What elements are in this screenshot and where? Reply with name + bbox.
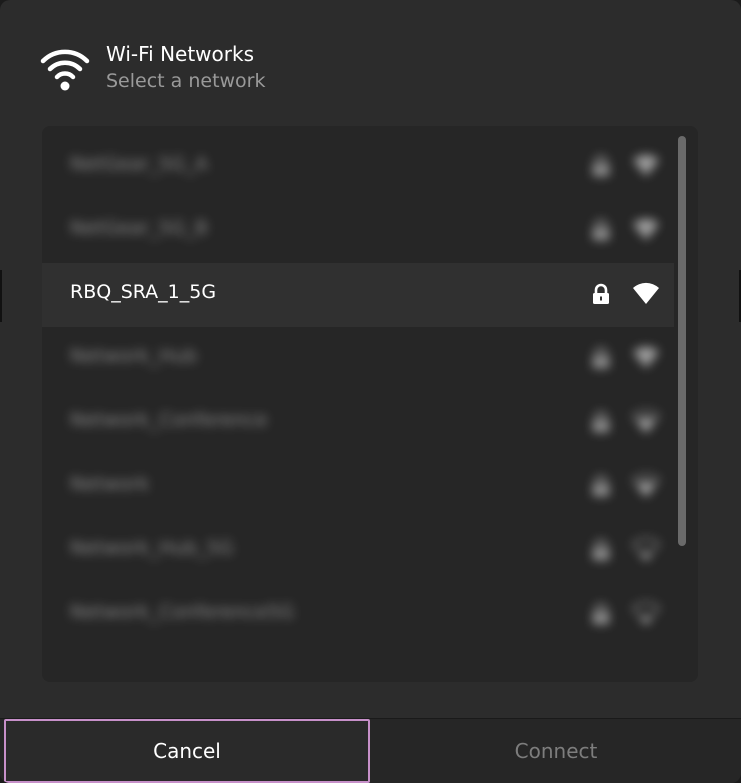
dialog-footer: Cancel Connect (0, 718, 741, 783)
network-row[interactable]: NetGear_5G_A (42, 135, 674, 199)
network-row[interactable]: NetGear_5G_B (42, 199, 674, 263)
wifi-signal-icon (631, 409, 661, 434)
network-name: NetGear_5G_B (70, 217, 209, 239)
lock-icon (592, 155, 610, 177)
wifi-signal-icon (632, 281, 660, 305)
wifi-signal-icon (631, 473, 661, 498)
network-name: NetGear_5G_A (70, 153, 209, 175)
dialog-title: Wi-Fi Networks (106, 42, 254, 66)
network-name: Network_Hub (70, 345, 198, 367)
network-row[interactable]: Network_Hub (42, 327, 674, 391)
lock-icon (592, 347, 610, 369)
lock-icon (592, 411, 610, 433)
network-row[interactable]: Network_Hub_5G (42, 519, 674, 583)
wifi-signal-icon (631, 537, 661, 562)
wifi-dialog: Wi-Fi Networks Select a network NetGear_… (0, 0, 741, 783)
dialog-subtitle: Select a network (106, 70, 266, 92)
lock-icon (592, 283, 610, 305)
dialog-edge-left (0, 270, 2, 322)
lock-icon (592, 475, 610, 497)
wifi-signal-icon (631, 601, 661, 626)
lock-icon (592, 603, 610, 625)
wifi-icon (40, 49, 90, 91)
lock-icon (592, 219, 610, 241)
network-row[interactable]: RBQ_SRA_1_5G (42, 263, 674, 327)
network-row[interactable]: Network (42, 455, 674, 519)
network-list[interactable]: NetGear_5G_A NetGear_5G_B RBQ_SRA_1_5G Netw… (42, 126, 698, 682)
network-row[interactable]: Network_Conference (42, 391, 674, 455)
wifi-signal-icon (632, 217, 660, 241)
network-name: Network_Hub_5G (70, 537, 234, 559)
connect-button[interactable]: Connect (371, 719, 741, 783)
lock-icon (592, 539, 610, 561)
network-row[interactable]: Network_Conference5G (42, 583, 674, 647)
network-name: Network_Conference5G (70, 601, 295, 623)
wifi-signal-icon (632, 345, 660, 369)
network-name: Network_Conference (70, 409, 268, 431)
network-name: Network (70, 473, 150, 495)
network-name: RBQ_SRA_1_5G (70, 281, 217, 303)
network-list-scrollbar[interactable] (678, 136, 686, 546)
cancel-button[interactable]: Cancel (4, 719, 370, 783)
wifi-signal-icon (632, 153, 660, 177)
